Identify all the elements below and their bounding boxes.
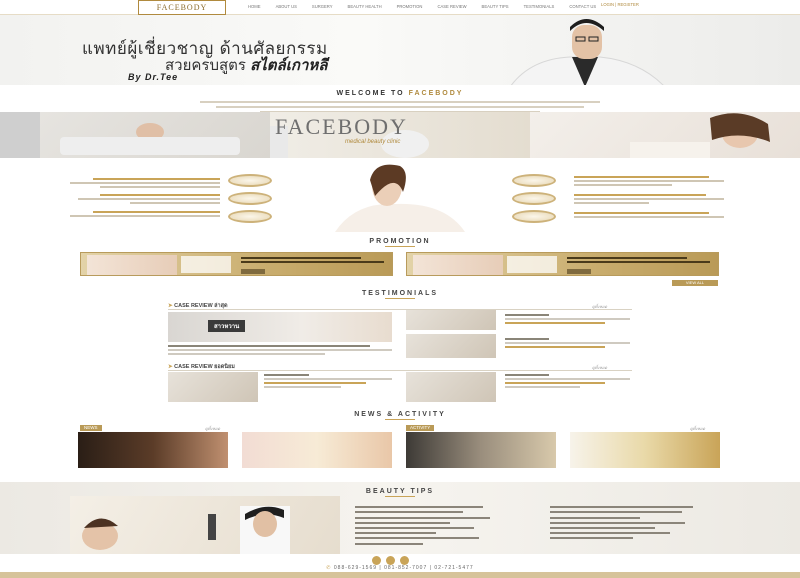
activity-card[interactable] xyxy=(570,432,720,468)
activity-tag: ACTIVITY xyxy=(406,425,435,431)
hero-byline: By Dr.Tee xyxy=(128,72,179,82)
facebook-icon[interactable] xyxy=(372,556,381,565)
clinic-banner: FACEBODY medical beauty clinic xyxy=(0,112,800,158)
nav-about-us[interactable]: ABOUT US xyxy=(276,4,297,9)
divider xyxy=(168,370,632,371)
feature-left-2 xyxy=(70,192,220,206)
nav-promotion[interactable]: PROMOTION xyxy=(397,4,423,9)
feature-icon xyxy=(228,210,272,223)
footer-phones: ✆ 088-629-1569 | 081-852-7007 | 02-721-5… xyxy=(0,565,800,571)
site-header: FACEBODY HOME ABOUT US SURGERY BEAUTY HE… xyxy=(0,0,800,15)
feature-left-1 xyxy=(70,176,220,190)
nav-home[interactable]: HOME xyxy=(248,4,261,9)
banner-tagline: medical beauty clinic xyxy=(345,139,401,145)
nav-surgery[interactable]: SURGERY xyxy=(312,4,333,9)
case-review-item-text xyxy=(505,312,630,326)
beauty-tips-list-right[interactable] xyxy=(550,503,700,543)
page: FACEBODY HOME ABOUT US SURGERY BEAUTY HE… xyxy=(0,0,800,578)
case-review-feature-image[interactable]: สาวหวาน xyxy=(168,312,392,342)
nav-beauty-tips[interactable]: BEAUTY TIPS xyxy=(482,4,509,9)
news-card[interactable] xyxy=(78,432,228,468)
feature-right-2 xyxy=(574,192,724,206)
featured-model-photo xyxy=(335,164,465,232)
line-icon[interactable] xyxy=(386,556,395,565)
promotion-card[interactable] xyxy=(80,252,393,276)
case-review-item-text xyxy=(264,372,392,390)
nav-beauty-health[interactable]: BEAUTY HEALTH xyxy=(348,4,382,9)
news-more-link[interactable]: ดูทั้งหมด xyxy=(205,425,220,432)
main-nav: HOME ABOUT US SURGERY BEAUTY HEALTH PROM… xyxy=(248,4,611,9)
case-review-thumb[interactable] xyxy=(168,372,258,402)
banner-brand: FACEBODY xyxy=(275,114,408,139)
news-activity-title: NEWS & ACTIVITY xyxy=(0,411,800,420)
promotion-detail-button[interactable] xyxy=(567,269,591,274)
hero-subheadline: สวยครบสูตร สไตล์เกาหลี xyxy=(165,53,327,77)
activity-more-link[interactable]: ดูทั้งหมด xyxy=(690,425,705,432)
feature-right-1 xyxy=(574,174,724,188)
doctor-photo xyxy=(510,19,664,85)
promotion-card[interactable] xyxy=(406,252,719,276)
feature-left-3 xyxy=(70,209,220,219)
promotion-detail-button[interactable] xyxy=(241,269,265,274)
beauty-tips-list-left[interactable] xyxy=(355,503,490,548)
hero-banner[interactable]: แพทย์ผู้เชี่ยวชาญ ด้านศัลยกรรม สวยครบสูต… xyxy=(0,15,800,85)
feature-icon xyxy=(512,210,556,223)
nav-testimonials[interactable]: TESTIMONIALS xyxy=(524,4,555,9)
welcome-brand: FACEBODY xyxy=(408,90,464,97)
welcome-title: WELCOME TO FACEBODY xyxy=(0,90,800,97)
model-portrait xyxy=(530,112,800,158)
login-register-link[interactable]: LOGIN | REGISTER xyxy=(601,2,639,7)
case-review-thumb[interactable] xyxy=(406,334,496,358)
nav-contact-us[interactable]: CONTACT US xyxy=(569,4,596,9)
footer-phone-numbers[interactable]: 088-629-1569 | 081-852-7007 | 02-721-547… xyxy=(334,565,474,571)
beauty-tips-title: BEAUTY TIPS xyxy=(0,488,800,497)
feature-icon xyxy=(512,192,556,205)
clinic-treatment-photo xyxy=(0,112,270,158)
feature-icon xyxy=(512,174,556,187)
case-review-thumb[interactable] xyxy=(406,372,496,402)
case-review-feature-overlay: สาวหวาน xyxy=(208,320,246,332)
instagram-icon[interactable] xyxy=(400,556,409,565)
case-review-item-text xyxy=(505,336,630,350)
welcome-prefix: WELCOME TO xyxy=(336,90,409,97)
news-tag: NEWS xyxy=(80,425,102,431)
case-review-feature-text xyxy=(168,343,392,357)
phone-icon: ✆ xyxy=(326,565,334,571)
case-review-item-text xyxy=(505,372,630,390)
feature-right-3 xyxy=(574,210,724,220)
promotion-title: PROMOTION xyxy=(0,238,800,247)
testimonials-title: TESTIMONIALS xyxy=(0,290,800,299)
hero-subheadline-bold: สไตล์เกาหลี xyxy=(250,57,328,74)
feature-icon xyxy=(228,192,272,205)
footer-bar xyxy=(0,572,800,578)
feature-icon xyxy=(228,174,272,187)
case-review-thumb[interactable] xyxy=(406,310,496,330)
activity-card[interactable] xyxy=(406,432,556,468)
nav-case-review[interactable]: CASE REVIEW xyxy=(437,4,466,9)
divider xyxy=(168,309,632,310)
promotion-view-all-button[interactable]: VIEW ALL xyxy=(672,280,718,286)
news-card[interactable] xyxy=(242,432,392,468)
site-logo[interactable]: FACEBODY xyxy=(138,0,226,15)
beauty-tips-photo xyxy=(70,496,340,554)
